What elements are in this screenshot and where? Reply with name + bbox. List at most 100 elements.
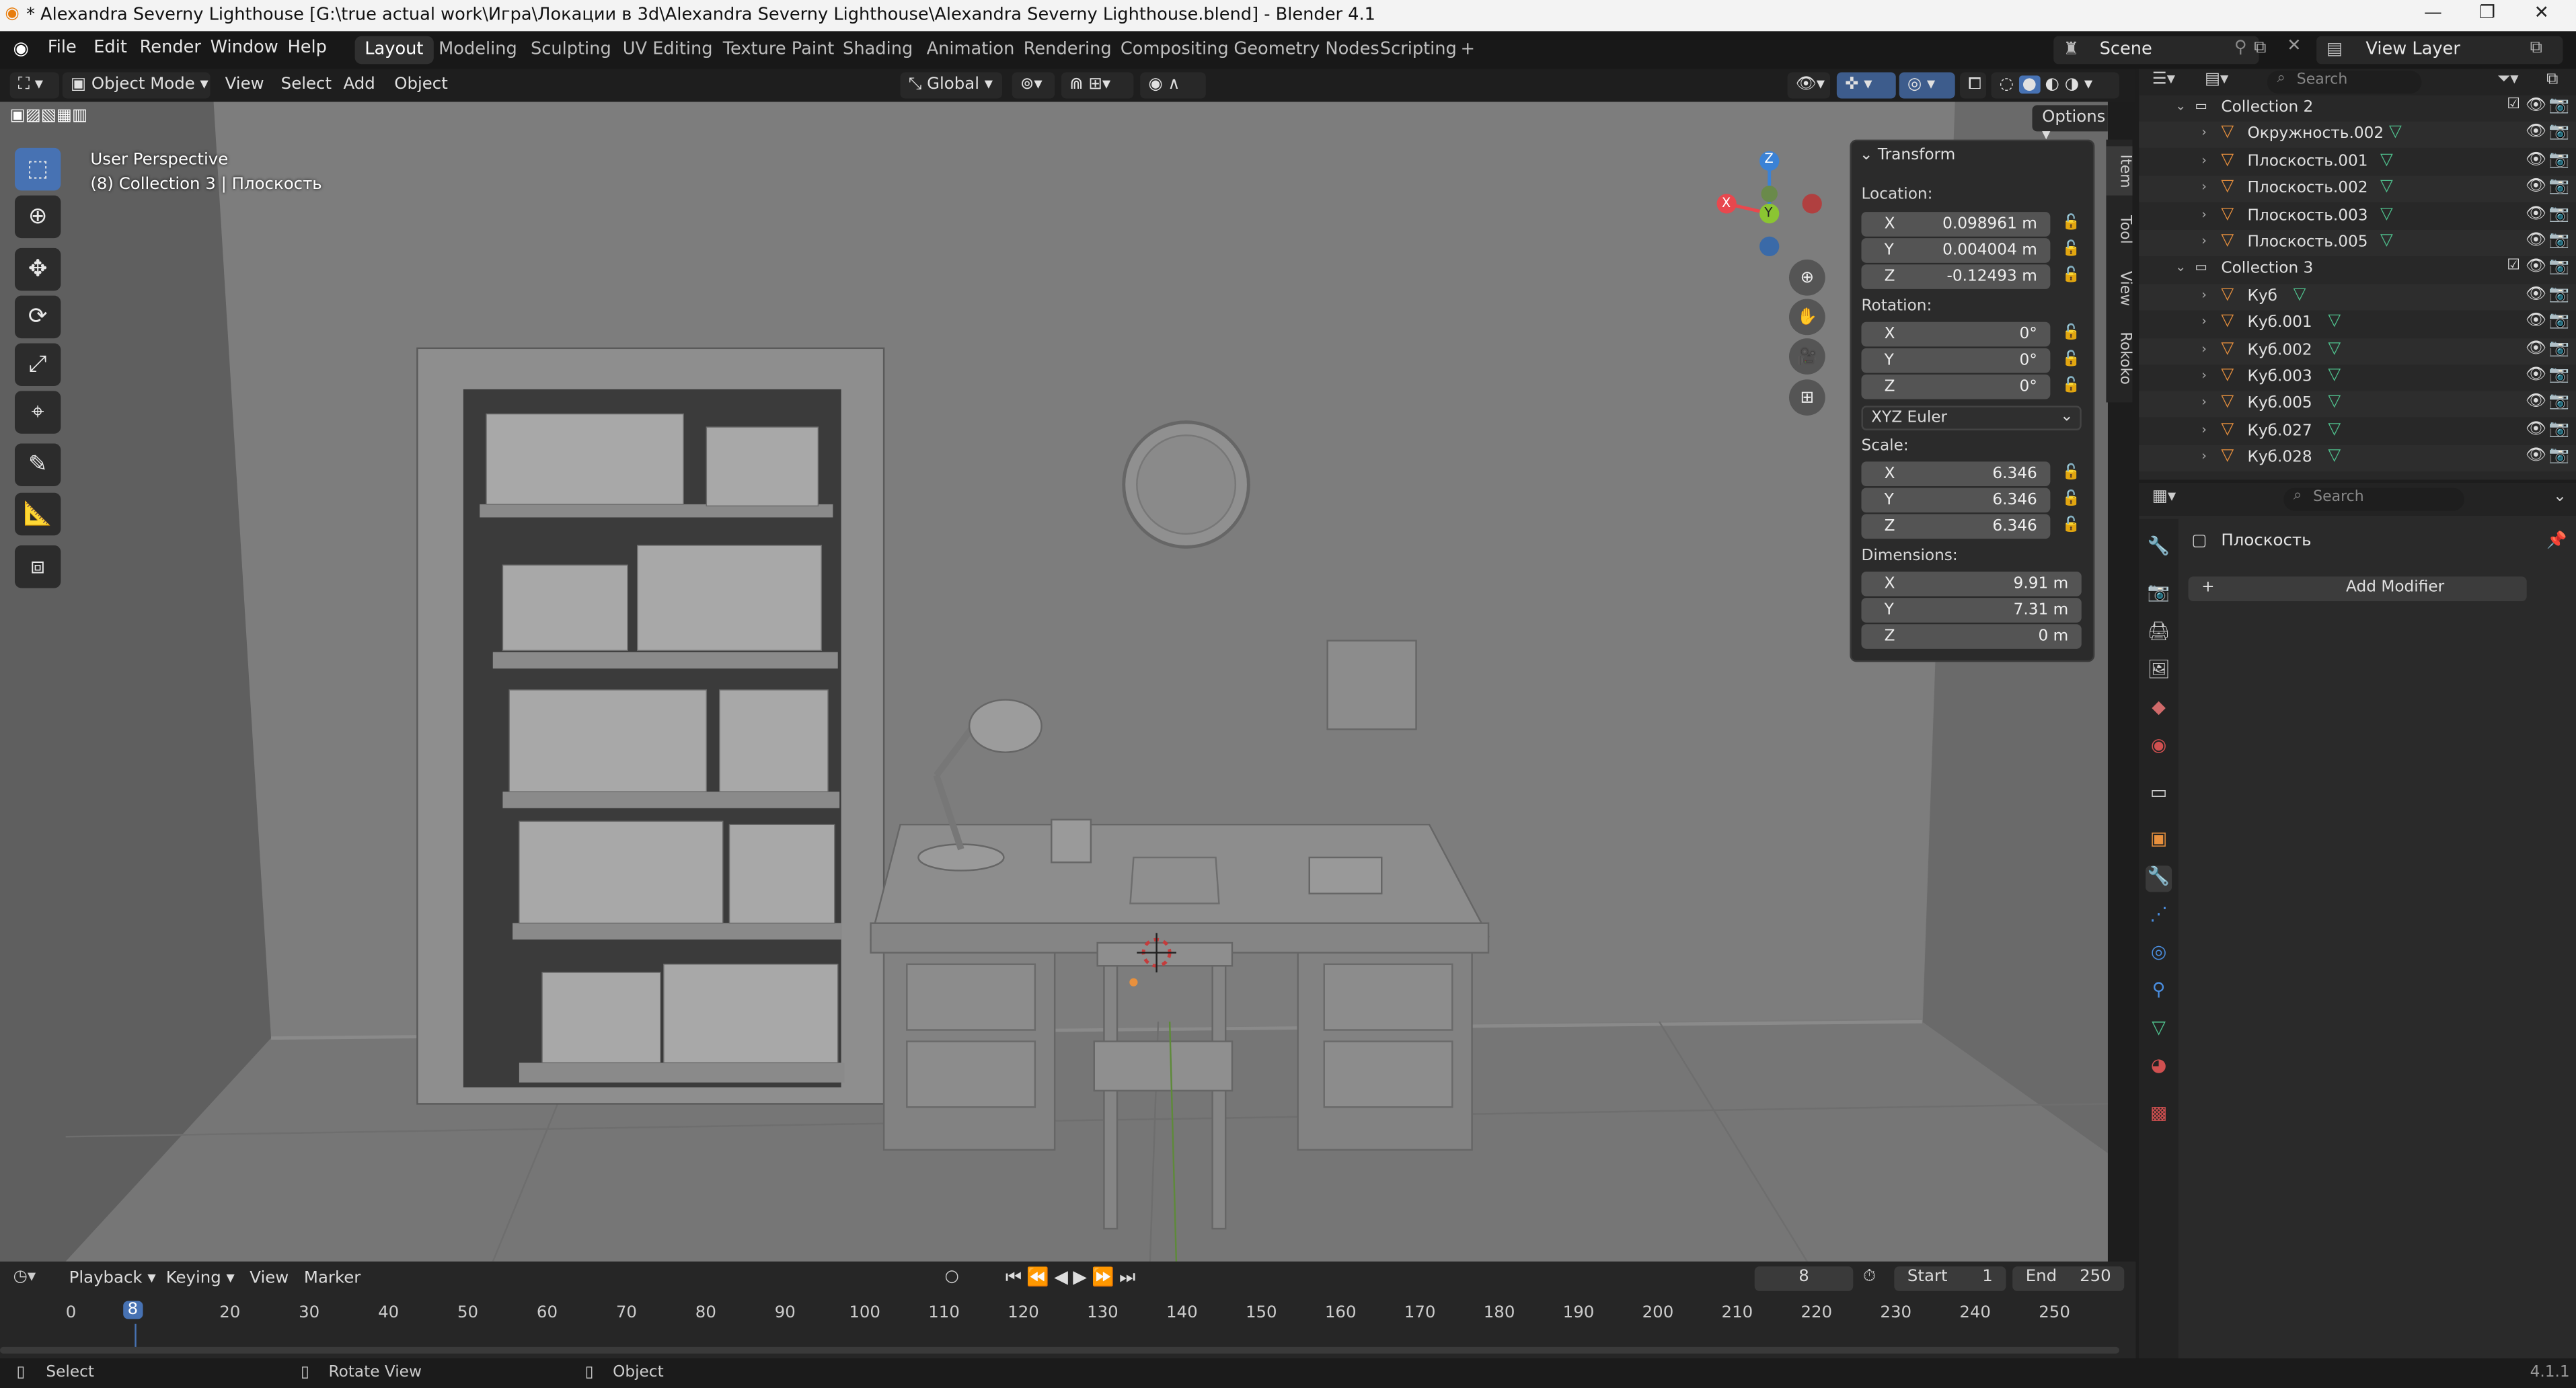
visibility-eye-icon[interactable]: 👁 [2526, 204, 2546, 223]
render-camera-icon[interactable]: 📷 [2549, 151, 2569, 169]
mesh-data-icon[interactable]: ▽ [2328, 340, 2341, 358]
tab-geometry-nodes[interactable]: Geometry Nodes [1224, 36, 1390, 65]
render-camera-icon[interactable]: 📷 [2549, 97, 2569, 115]
lock-icon[interactable]: 🔓 [2061, 517, 2081, 537]
tab-sculpting[interactable]: Sculpting [521, 36, 621, 65]
render-camera-icon[interactable]: 📷 [2549, 367, 2569, 385]
mesh-data-icon[interactable]: ▽ [2328, 393, 2341, 412]
measure-tool[interactable]: 📐 [14, 492, 61, 536]
outliner-object-row[interactable]: › ▽ Куб.028 ▽ 👁 📷 [2139, 445, 2576, 472]
overlays-toggle[interactable]: ◎ ▾ [1899, 72, 1955, 99]
outliner-object-row[interactable]: › ▽ Плоскость.005 ▽ 👁 📷 [2139, 229, 2576, 257]
render-camera-icon[interactable]: 📷 [2549, 420, 2569, 438]
visibility-eye-icon[interactable]: 👁 [2526, 313, 2546, 331]
perspective-toggle-icon[interactable]: ⊞ [1788, 379, 1825, 416]
tab-item[interactable]: Item [2106, 146, 2133, 196]
frame-ruler[interactable]: 0 8 20 30 40 50 60 70 80 90 100 110 120 130 140 150 160 1… [0, 1262, 2135, 1358]
menu-render[interactable]: Render [140, 38, 201, 57]
pivot-point-dropdown[interactable]: ⊚▾ [1012, 72, 1055, 99]
dimension-z-field[interactable]: Z 0 m [1861, 624, 2082, 649]
mesh-data-icon[interactable]: ▽ [2328, 420, 2341, 438]
visibility-dropdown[interactable]: 👁▾ [1787, 72, 1831, 99]
lock-icon[interactable]: 🔓 [2061, 325, 2081, 345]
snap-toggle[interactable]: ⋒ ⊞▾ [1061, 72, 1134, 99]
options-dropdown[interactable]: Options ▾ [2032, 105, 2108, 145]
close-button[interactable]: ✕ [2517, 1, 2566, 28]
menu-file[interactable]: File [48, 38, 77, 57]
add-cube-tool[interactable]: ⧈ [14, 545, 61, 588]
pan-hand-icon[interactable]: ✋ [1788, 299, 1825, 336]
material-shading-icon[interactable]: ◐ [2045, 75, 2059, 93]
rotation-mode-dropdown[interactable]: XYZ Euler ⌄ [1861, 406, 2082, 430]
output-props-icon[interactable]: 🖨 [2146, 621, 2172, 647]
solid-shading-icon[interactable]: ● [2018, 75, 2040, 94]
tab-uv-editing[interactable]: UV Editing [613, 36, 722, 65]
display-mode-icon[interactable]: ▤▾ [2205, 71, 2228, 89]
mesh-data-icon[interactable]: ▽ [2328, 447, 2341, 465]
select-box-tool[interactable]: ⬚ [14, 147, 61, 191]
outliner-object-row[interactable]: › ▽ Окружность.002 ▽ 👁 📷 [2139, 122, 2576, 149]
camera-view-icon[interactable]: 🎥 [1788, 338, 1825, 375]
add-modifier-button[interactable]: + Add Modifier [2188, 576, 2527, 601]
lock-icon[interactable]: 🔓 [2061, 215, 2081, 235]
pin-icon[interactable]: 📌 [2546, 532, 2567, 550]
menu-select[interactable]: Select [281, 75, 332, 93]
xray-toggle[interactable]: ⧠ [1960, 72, 1987, 99]
pin-icon[interactable]: ⚲ [2234, 38, 2247, 57]
add-workspace-button[interactable]: + [1451, 36, 1485, 65]
tab-view[interactable]: View [2106, 264, 2132, 313]
lock-icon[interactable]: 🔓 [2061, 268, 2081, 287]
constraints-props-icon[interactable]: ⚲ [2146, 979, 2172, 1005]
new-view-layer-icon[interactable]: ⧉ [2530, 38, 2542, 59]
rotate-tool[interactable]: ⟳ [14, 295, 61, 339]
transform-header[interactable]: ⌄ Transform [1860, 146, 1955, 164]
render-camera-icon[interactable]: 📷 [2549, 393, 2569, 412]
mesh-data-icon[interactable]: ▽ [2380, 231, 2393, 249]
render-camera-icon[interactable]: 📷 [2549, 178, 2569, 196]
tool-props-icon[interactable]: 🔧 [2146, 535, 2172, 562]
location-x-field[interactable]: X 0.098961 m [1861, 212, 2051, 237]
properties-editor-icon[interactable]: ▦▾ [2152, 488, 2176, 506]
outliner-collection-row[interactable]: ⌄ ▭ Collection 2 ☑ 👁 📷 [2139, 95, 2576, 122]
mode-dropdown[interactable]: ▣ Object Mode ▾ [62, 72, 211, 99]
visibility-eye-icon[interactable]: 👁 [2526, 97, 2546, 115]
menu-edit[interactable]: Edit [93, 38, 127, 57]
mesh-data-icon[interactable]: ▽ [2328, 313, 2341, 331]
expand-arrow-icon[interactable]: › [2201, 206, 2207, 221]
outliner-object-row[interactable]: › ▽ Плоскость.002 ▽ 👁 📷 [2139, 176, 2576, 202]
menu-view[interactable]: View [225, 75, 264, 93]
outliner-search-input[interactable]: ⌕ Search [2267, 71, 2422, 94]
lock-icon[interactable]: 🔓 [2061, 491, 2081, 510]
view-layer-props-icon[interactable]: 🖼 [2146, 658, 2172, 685]
lock-icon[interactable]: 🔓 [2061, 241, 2081, 261]
new-scene-icon[interactable]: ⧉ [2254, 38, 2266, 59]
mesh-data-icon[interactable]: ▽ [2328, 367, 2341, 385]
scale-tool[interactable]: ⤢ [14, 343, 61, 387]
lock-icon[interactable]: 🔓 [2061, 352, 2081, 371]
location-y-field[interactable]: Y 0.004004 m [1861, 238, 2051, 263]
checkbox-icon[interactable]: ☑ [2507, 97, 2520, 113]
tab-rokoko[interactable]: Rokoko [2106, 323, 2132, 393]
render-camera-icon[interactable]: 📷 [2549, 258, 2569, 276]
delete-scene-icon[interactable]: ✕ [2287, 36, 2302, 56]
expand-arrow-icon[interactable]: › [2201, 287, 2207, 302]
outliner-object-row[interactable]: › ▽ Куб ▽ 👁 📷 [2139, 284, 2576, 311]
visibility-eye-icon[interactable]: 👁 [2526, 151, 2546, 169]
particles-props-icon[interactable]: ⋰ [2146, 903, 2172, 929]
lock-icon[interactable]: 🔓 [2061, 465, 2081, 484]
properties-search-input[interactable]: ⌕ Search [2283, 488, 2464, 511]
visibility-eye-icon[interactable]: 👁 [2526, 231, 2546, 249]
expand-arrow-icon[interactable]: › [2201, 449, 2207, 463]
tab-compositing[interactable]: Compositing [1110, 36, 1238, 65]
visibility-eye-icon[interactable]: 👁 [2526, 286, 2546, 304]
scene-props-icon[interactable]: ◆ [2146, 697, 2172, 723]
zoom-icon[interactable]: ⊕ [1788, 259, 1825, 296]
3d-viewport[interactable]: ▣▨▧▦▥ ⬚ ⊕ ✥ ⟳ ⤢ ⌖ ✎ 📐 ⧈ User Perspective… [0, 102, 2108, 1262]
tab-animation[interactable]: Animation [917, 36, 1024, 65]
rotation-y-field[interactable]: Y 0° [1861, 348, 2051, 373]
tab-modeling[interactable]: Modeling [429, 36, 527, 65]
mesh-data-icon[interactable]: ▽ [2294, 286, 2306, 304]
tab-tool[interactable]: Tool [2106, 205, 2132, 254]
maximize-button[interactable]: ❐ [2462, 1, 2511, 28]
visibility-eye-icon[interactable]: 👁 [2526, 420, 2546, 438]
